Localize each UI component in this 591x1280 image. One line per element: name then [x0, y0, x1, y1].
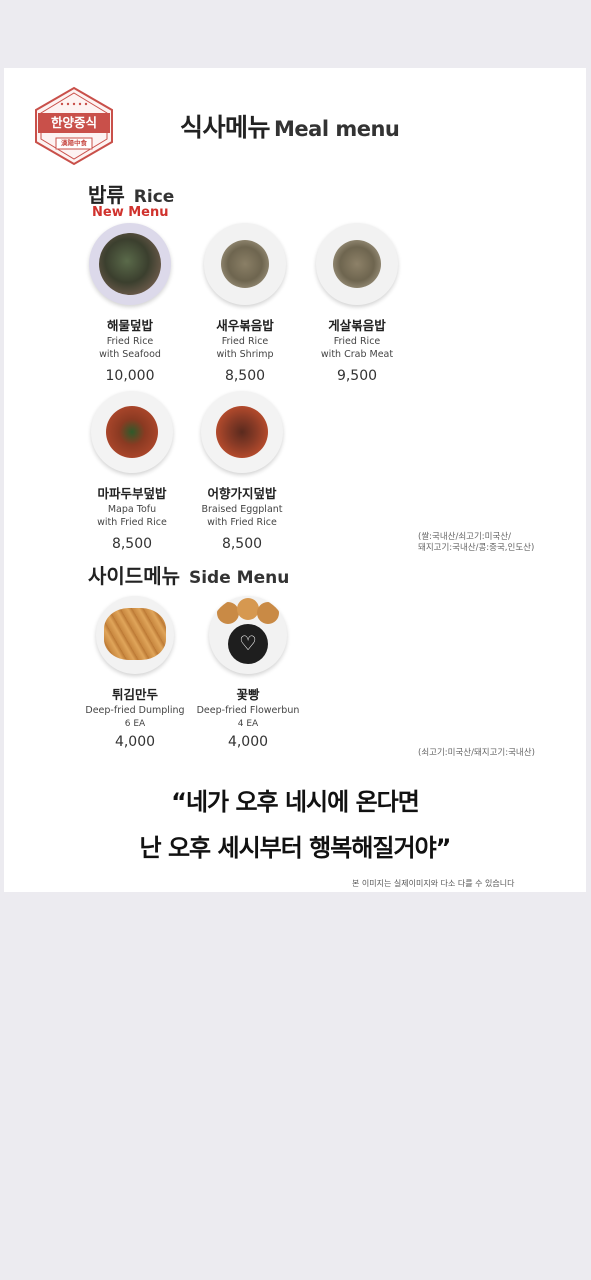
item-price: 8,500: [224, 368, 266, 384]
menu-card: 한양중식 漢陽中食 식사메뉴 Meal menu 밥류 Rice New Menu…: [4, 68, 586, 892]
restaurant-logo: 한양중식 漢陽中食: [34, 86, 114, 166]
item-name-english-2: with Seafood: [99, 349, 161, 360]
item-price: 8,500: [221, 536, 263, 552]
menu-item-mapa-tofu-rice: 마파두부덮밥 Mapa Tofu with Fried Rice 8,500: [72, 391, 192, 552]
quote-line-1: “네가 오후 네시에 온다면: [171, 788, 420, 816]
item-name-english-2: with Fried Rice: [97, 517, 167, 528]
item-price: 9,500: [336, 368, 378, 384]
menu-item-shrimp-fried-rice: 새우볶음밥 Fried Rice with Shrimp 8,500: [185, 223, 305, 384]
dish-photo: [204, 223, 286, 305]
rice-origin-note: (쌀:국내산/쇠고기:미국산/ 돼지고기:국내산/콩:중국,인도산): [418, 532, 534, 554]
item-name-korean: 새우볶음밥: [216, 318, 274, 333]
item-price: 8,500: [111, 536, 153, 552]
menu-item-fried-dumpling: 튀김만두 Deep-fried Dumpling 6 EA 4,000: [75, 596, 195, 750]
menu-item-flowerbun: ♡ 꽃빵 Deep-fried Flowerbun 4 EA 4,000: [188, 596, 308, 750]
origin-line-2: 돼지고기:국내산/콩:중국,인도산): [418, 543, 535, 553]
item-count: 4 EA: [237, 719, 259, 729]
item-name-english-1: Fried Rice: [333, 336, 381, 347]
new-menu-label: New Menu: [92, 205, 169, 220]
menu-item-eggplant-rice: 어향가지덮밥 Braised Eggplant with Fried Rice …: [182, 391, 302, 552]
item-name-english-2: with Shrimp: [216, 349, 274, 360]
item-count: 6 EA: [124, 719, 146, 729]
dish-photo: ♡: [209, 596, 287, 674]
item-name-english: Deep-fried Dumpling: [85, 705, 185, 716]
rice-heading-english: Rice: [133, 187, 175, 207]
item-name-korean: 게살볶음밥: [328, 318, 386, 333]
title-korean: 식사메뉴: [180, 113, 271, 142]
item-name-korean: 튀김만두: [111, 687, 158, 702]
image-disclaimer: 본 이미지는 실제이미지와 다소 다를 수 있습니다: [352, 879, 515, 888]
item-name-korean: 꽃빵: [236, 687, 260, 702]
rice-heading-korean: 밥류: [88, 183, 125, 207]
item-name-english-2: with Fried Rice: [207, 517, 277, 528]
item-name-english-2: with Crab Meat: [320, 349, 394, 360]
dish-photo: [316, 223, 398, 305]
quote-line-2: 난 오후 세시부터 행복해질거야”: [139, 834, 452, 862]
item-name-korean: 어향가지덮밥: [207, 486, 277, 501]
item-price: 4,000: [227, 734, 269, 750]
origin-line-1: (쌀:국내산/쇠고기:미국산/: [418, 532, 511, 542]
menu-item-seafood-rice: 해물덮밥 Fried Rice with Seafood 10,000: [70, 223, 190, 384]
item-name-english-1: Mapa Tofu: [107, 504, 157, 515]
dish-photo: [201, 391, 283, 473]
item-price: 10,000: [105, 368, 155, 384]
dish-photo: [89, 223, 171, 305]
page-title: 식사메뉴 Meal menu: [180, 108, 400, 144]
heart-icon: ♡: [239, 631, 257, 655]
dish-photo: [96, 596, 174, 674]
side-heading-korean: 사이드메뉴: [88, 564, 180, 588]
item-name-english: Deep-fried Flowerbun: [196, 705, 300, 716]
item-price: 4,000: [114, 734, 156, 750]
logo-subtitle: 漢陽中食: [61, 139, 87, 147]
rice-section-heading: 밥류 Rice: [88, 179, 174, 208]
title-english: Meal menu: [274, 117, 400, 141]
side-section-heading: 사이드메뉴 Side Menu: [88, 560, 289, 589]
item-name-english-1: Braised Eggplant: [201, 504, 283, 515]
item-name-korean: 마파두부덮밥: [97, 486, 167, 501]
dish-photo: [91, 391, 173, 473]
item-name-english-1: Fried Rice: [221, 336, 269, 347]
side-heading-english: Side Menu: [188, 568, 290, 588]
side-origin-note: (쇠고기:미국산/돼지고기:국내산): [418, 748, 535, 758]
item-name-english-1: Fried Rice: [106, 336, 154, 347]
menu-item-crab-fried-rice: 게살볶음밥 Fried Rice with Crab Meat 9,500: [297, 223, 417, 384]
item-name-korean: 해물덮밥: [106, 318, 153, 333]
logo-name: 한양중식: [50, 115, 97, 130]
